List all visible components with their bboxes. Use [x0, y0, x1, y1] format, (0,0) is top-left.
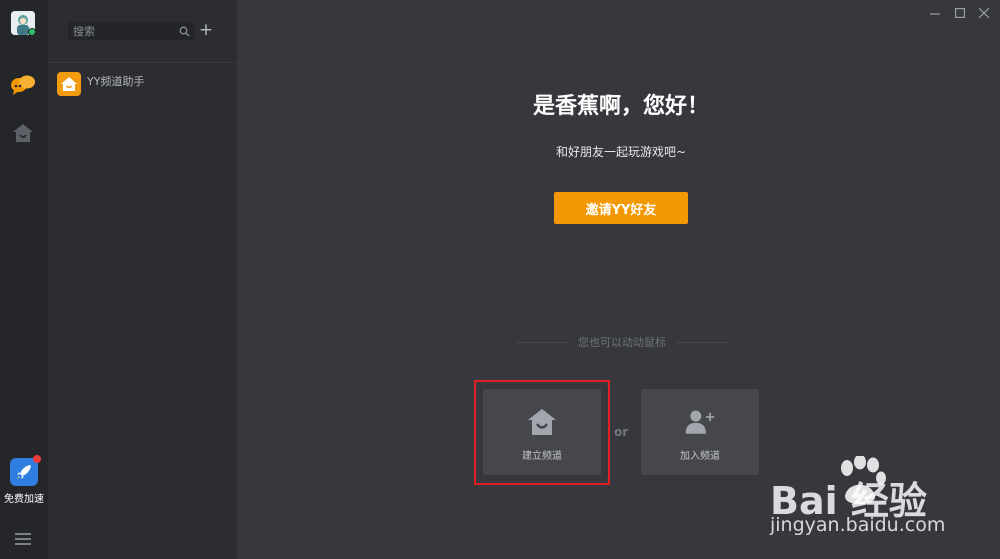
- add-user-icon: [684, 407, 716, 437]
- or-separator: or: [614, 425, 629, 439]
- list-item-yy-assistant[interactable]: YY频道助手: [57, 72, 144, 96]
- list-item-label: YY频道助手: [87, 75, 145, 88]
- divider: [516, 341, 568, 343]
- hint-text: 您也可以动动鼠标: [578, 336, 666, 349]
- maximize-icon[interactable]: [952, 6, 968, 20]
- boost-button[interactable]: [10, 455, 41, 486]
- rocket-icon: [17, 465, 31, 479]
- left-rail: 免费加速: [0, 0, 48, 559]
- house-icon: [57, 72, 81, 96]
- invite-friends-button[interactable]: 邀请YY好友: [554, 192, 688, 224]
- online-status-dot: [28, 28, 35, 35]
- notification-badge: [33, 455, 41, 463]
- channel-home-icon[interactable]: [10, 120, 36, 146]
- channel-panel: 搜索 + YY频道助手: [48, 0, 237, 559]
- search-placeholder: 搜索: [73, 25, 95, 38]
- avatar[interactable]: [11, 11, 35, 35]
- join-channel-button[interactable]: 加入频道: [641, 389, 759, 475]
- search-icon[interactable]: [177, 24, 191, 38]
- baidu-watermark: Bai 经验 jingyan.baidu.com: [760, 450, 1000, 559]
- watermark-url: jingyan.baidu.com: [770, 514, 946, 536]
- divider: [48, 62, 237, 63]
- chat-icon[interactable]: [10, 72, 36, 98]
- divider: [676, 341, 728, 343]
- page-title: 是香蕉啊，您好！: [532, 94, 709, 119]
- join-channel-label: 加入频道: [680, 451, 720, 462]
- close-icon[interactable]: [976, 6, 992, 20]
- menu-icon[interactable]: [15, 533, 31, 545]
- add-icon[interactable]: +: [198, 21, 214, 39]
- search-input[interactable]: 搜索: [68, 22, 194, 40]
- minimize-icon[interactable]: [927, 6, 943, 20]
- highlight-box: [474, 380, 610, 485]
- boost-label: 免费加速: [4, 494, 44, 505]
- page-subtitle: 和好朋友一起玩游戏吧~: [555, 145, 687, 159]
- hint-row: 您也可以动动鼠标: [516, 336, 728, 349]
